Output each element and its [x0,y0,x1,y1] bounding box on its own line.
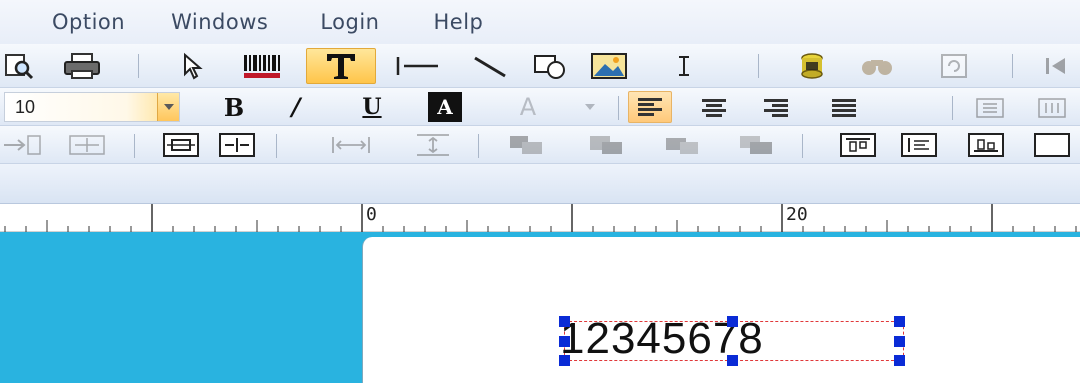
toolbar-separator [138,54,139,78]
tools-toolbar [0,44,1080,88]
align-objects-right-icon[interactable] [0,128,44,162]
ruler-label-0: 0 [366,204,377,225]
underline-button[interactable]: U [352,90,392,124]
align-left-button[interactable] [628,91,672,123]
horizontal-spacing-icon[interactable] [1030,91,1074,125]
toolbar-separator [276,134,277,158]
menu-bar: Option Windows Login Help [0,0,1080,44]
resize-handle-top-right[interactable] [894,316,905,327]
first-page-icon[interactable] [1040,49,1070,83]
center-in-page-vertical-icon[interactable] [158,128,204,162]
resize-handle-top-center[interactable] [727,316,738,327]
text-cursor-icon[interactable] [672,49,696,83]
distribute-vertical-icon[interactable] [408,128,458,162]
center-horizontal-icon[interactable] [62,128,112,162]
horizontal-ruler: 0 20 [0,204,1080,232]
bring-forward-icon[interactable] [656,128,708,162]
toolbar-separator [952,96,953,120]
resize-handle-bottom-right[interactable] [894,355,905,366]
print-preview-icon[interactable] [2,49,38,83]
justify-icon[interactable] [822,91,866,125]
send-to-back-icon[interactable] [580,128,632,162]
toolbar-separator [618,96,619,120]
database-icon[interactable] [792,49,832,83]
font-size-value[interactable]: 10 [5,93,157,121]
align-right-icon[interactable] [754,91,798,125]
distribute-horizontal-icon[interactable] [326,128,376,162]
shape-tool-icon[interactable] [530,49,570,83]
italic-button[interactable]: / [272,90,319,124]
diagonal-line-icon[interactable] [470,49,510,83]
horizontal-line-icon[interactable] [392,49,442,83]
ruler-label-20: 20 [786,204,808,225]
align-middle-icon[interactable] [896,128,942,162]
resize-handle-bottom-center[interactable] [727,355,738,366]
menu-option[interactable]: Option [52,10,125,34]
text-tool-button[interactable] [306,48,376,84]
align-center-icon[interactable] [692,91,736,125]
toolbar-separator [802,134,803,158]
label-designer-window: Option Windows Login Help 10 B / U A A 0… [0,0,1080,383]
menu-help[interactable]: Help [434,10,484,34]
align-extra-icon[interactable] [1030,128,1074,162]
align-top-icon[interactable] [834,128,882,162]
print-icon[interactable] [60,49,104,83]
center-in-page-horizontal-icon[interactable] [214,128,260,162]
pointer-icon[interactable] [178,49,208,83]
menu-login[interactable]: Login [320,10,379,34]
toolbar-separator [1012,54,1013,78]
image-tool-icon[interactable] [584,49,634,83]
font-color-button[interactable]: A [508,90,548,124]
align-bottom-icon[interactable] [962,128,1010,162]
chevron-down-icon[interactable] [157,93,179,121]
empty-toolbar-strip [0,164,1080,204]
menu-windows[interactable]: Windows [171,10,268,34]
resize-handle-bottom-left[interactable] [559,355,570,366]
resize-handle-middle-left[interactable] [559,336,570,347]
toolbar-separator [758,54,759,78]
font-size-combo[interactable]: 10 [4,92,180,122]
vertical-spacing-icon[interactable] [968,91,1012,125]
resize-handle-top-left[interactable] [559,316,570,327]
toolbar-separator [134,134,135,158]
barcode-icon[interactable] [238,49,286,83]
resize-handle-middle-right[interactable] [894,336,905,347]
inverse-text-button[interactable]: A [428,92,462,122]
toolbar-separator [478,134,479,158]
find-icon[interactable] [852,49,902,83]
layout-toolbar [0,126,1080,164]
ruler-ticks [4,204,1077,232]
send-backward-icon[interactable] [730,128,782,162]
bring-to-front-icon[interactable] [500,128,552,162]
bold-button[interactable]: B [214,90,254,124]
text-tool-icon [327,54,355,79]
rotate-icon[interactable] [934,49,974,83]
font-color-dropdown-icon[interactable] [582,90,598,124]
align-left-icon [638,98,662,116]
